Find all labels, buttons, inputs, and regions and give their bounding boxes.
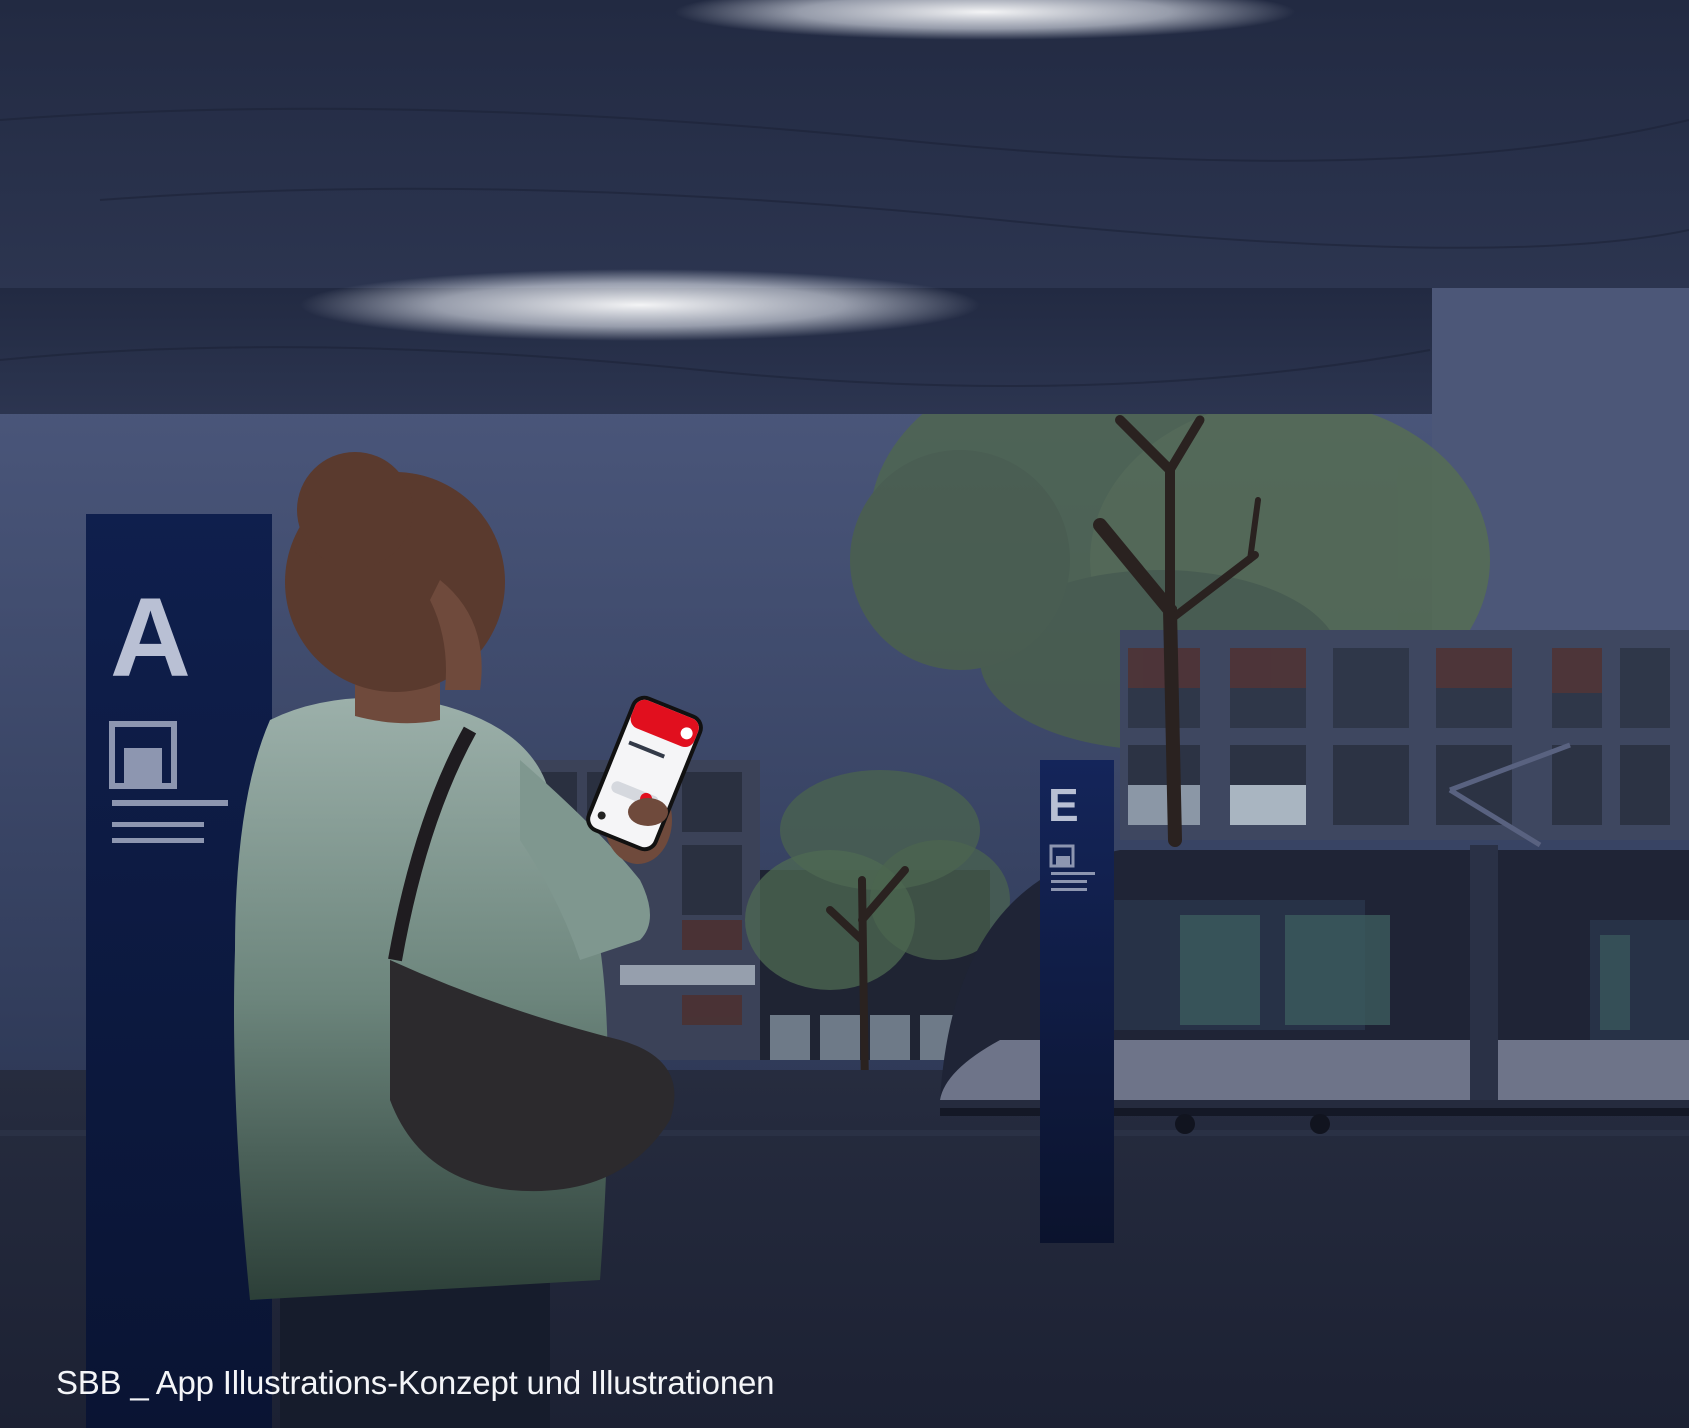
back-building <box>1120 630 1689 840</box>
image-caption: SBB _ App Illustrations-Konzept und Illu… <box>56 1364 775 1401</box>
hand <box>628 798 668 826</box>
platform-sign-letter-a: A <box>110 575 191 700</box>
roof <box>0 0 1689 288</box>
ceiling-light <box>300 269 980 341</box>
illustration-scene: A E SBB _ App Illustrations-Konzept und … <box>0 0 1689 1428</box>
sign-pole-e <box>1040 760 1114 1243</box>
platform-sign-letter-e: E <box>1048 779 1079 831</box>
station-illustration <box>0 0 1689 1428</box>
